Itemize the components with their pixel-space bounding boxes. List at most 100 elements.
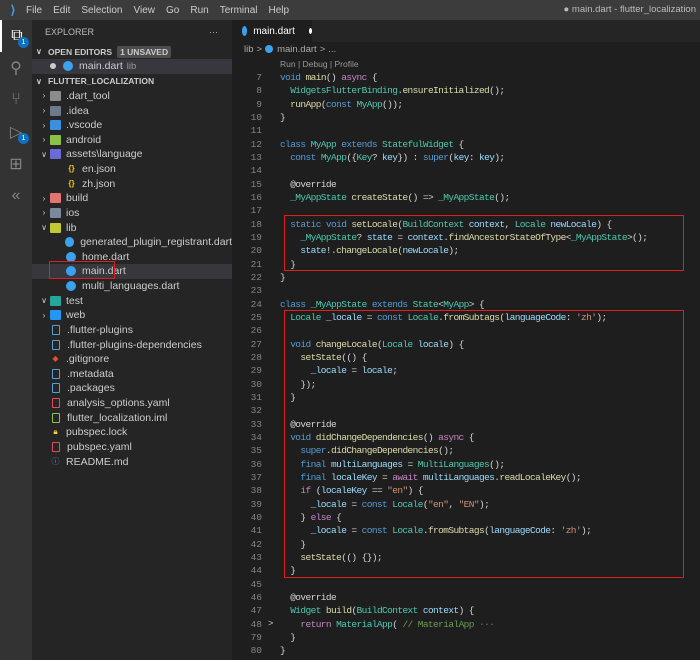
tree-item[interactable]: › ios [32, 206, 232, 221]
codelens-run-debug-profile[interactable]: Run | Debug | Profile [280, 59, 359, 69]
tree-item[interactable]: ∨ lib [32, 220, 232, 235]
code-line[interactable]: 79 } [232, 631, 700, 644]
chevron-down-icon[interactable]: ∨ [38, 223, 50, 232]
tree-item[interactable]: .packages [32, 381, 232, 396]
tree-item[interactable]: ∨ test [32, 293, 232, 308]
code-line[interactable]: 47 Widget build(BuildContext context) { [232, 604, 700, 617]
chevron-right-icon[interactable]: › [38, 121, 50, 130]
code-token: () => [407, 192, 439, 204]
menu-file[interactable]: File [26, 5, 42, 16]
tree-item[interactable]: › .dart_tool [32, 89, 232, 104]
lock-icon: 🔒︎ [53, 427, 58, 437]
chevron-right-icon[interactable]: › [38, 311, 50, 320]
chevron-right-icon[interactable]: › [38, 208, 50, 217]
breadcrumb-symbols[interactable]: ... [328, 44, 336, 55]
code-token: } [280, 112, 286, 124]
tree-item[interactable]: ∨ assets\language [32, 147, 232, 162]
chevron-right-icon[interactable]: › [38, 135, 50, 144]
source-control-button[interactable]: ⑂ [0, 84, 32, 116]
chevron-right-icon[interactable]: › [38, 106, 50, 115]
tree-item-label: assets\language [66, 148, 143, 161]
tree-item[interactable]: analysis_options.yaml [32, 396, 232, 411]
menu-run[interactable]: Run [190, 5, 208, 16]
menu-terminal[interactable]: Terminal [220, 5, 258, 16]
tree-item[interactable]: › android [32, 133, 232, 148]
tab-main-dart[interactable]: main.dart [232, 20, 312, 42]
code-line[interactable]: 24 class _MyAppState extends State < MyApp >… [232, 298, 700, 311]
folder-icon [50, 193, 61, 204]
search-button[interactable]: ⚲ [0, 52, 32, 84]
code-line[interactable]: 13 const MyApp({Key? key}) : super(key: … [232, 151, 700, 164]
file-icon [52, 441, 60, 452]
tree-item[interactable]: flutter_localization.iml [32, 410, 232, 425]
tree-item[interactable]: .flutter-plugins-dependencies [32, 337, 232, 352]
open-editor-main-dart[interactable]: main.dart lib [32, 59, 232, 74]
json-file-icon: {} [68, 164, 75, 174]
tree-item[interactable]: ⓘ README.md [32, 454, 232, 469]
fold-chevron-icon[interactable]: > [268, 619, 273, 629]
code-line[interactable]: 11 [232, 124, 700, 137]
project-label: FLUTTER_LOCALIZATION [48, 76, 155, 87]
menu-selection[interactable]: Selection [81, 5, 122, 16]
activity-badge: 1 [18, 133, 29, 144]
code-line[interactable]: 14 [232, 164, 700, 177]
tree-item-label: build [66, 192, 89, 205]
code-line[interactable]: 48 > return MaterialApp( // MaterialApp ·… [232, 617, 700, 630]
chevron-right-icon[interactable]: › [38, 91, 50, 100]
code-token: extends [371, 298, 413, 310]
tree-item[interactable]: › web [32, 308, 232, 323]
tree-item[interactable]: {} en.json [32, 162, 232, 177]
more-actions-icon[interactable]: ··· [209, 27, 218, 37]
menu-go[interactable]: Go [166, 5, 179, 16]
chevron-right-icon[interactable]: › [38, 194, 50, 203]
open-editors-section[interactable]: ∨ OPEN EDITORS 1 UNSAVED [32, 44, 232, 59]
line-number: 20 [250, 245, 262, 257]
extensions-button[interactable]: ⊞ [0, 148, 32, 180]
code-token: @override [280, 178, 337, 190]
tree-item[interactable]: › build [32, 191, 232, 206]
unsaved-dot-icon[interactable] [50, 63, 56, 70]
tree-item[interactable]: .flutter-plugins [32, 323, 232, 338]
code-line[interactable]: 45 [232, 577, 700, 590]
unsaved-dot-icon[interactable] [308, 28, 312, 34]
code-line[interactable]: 7 void main() async { [232, 71, 700, 84]
tree-item[interactable]: › .idea [32, 103, 232, 118]
code-line[interactable]: 9 runApp(const MyApp ()); [232, 98, 700, 111]
tree-item[interactable]: .metadata [32, 367, 232, 382]
code-line[interactable]: 15 @override [232, 178, 700, 191]
unsaved-badge: 1 UNSAVED [117, 45, 172, 58]
code-line[interactable]: 80} [232, 644, 700, 657]
breadcrumb-lib[interactable]: lib [244, 44, 254, 55]
code-line[interactable]: 12 class MyApp extends StatefulWidget { [232, 138, 700, 151]
chevron-down-icon[interactable]: ∨ [38, 150, 50, 159]
line-number: 28 [250, 352, 262, 364]
code-line[interactable]: 8 WidgetsFlutterBinding. ensureInitialize… [232, 84, 700, 97]
menu-edit[interactable]: Edit [53, 5, 70, 16]
tree-item[interactable]: pubspec.yaml [32, 440, 232, 455]
code-token: > { [468, 298, 485, 310]
line-number: 45 [250, 578, 262, 590]
code-token: super [422, 152, 449, 164]
tree-item[interactable]: 🔒︎ pubspec.lock [32, 425, 232, 440]
file-icon [52, 412, 60, 423]
chevron-down-icon[interactable]: ∨ [38, 296, 50, 305]
code-line[interactable]: 46 @override [232, 591, 700, 604]
code-line[interactable]: 16 _MyAppState createState() => _MyAppSt… [232, 191, 700, 204]
run-debug-button[interactable]: ▷ 1 [0, 116, 32, 148]
code-line[interactable]: 23 [232, 284, 700, 297]
tree-item[interactable]: {} zh.json [32, 176, 232, 191]
project-section[interactable]: ∨ FLUTTER_LOCALIZATION [32, 74, 232, 89]
tree-item[interactable]: › .vscode [32, 118, 232, 133]
tree-item[interactable]: generated_plugin_registrant.dart [32, 235, 232, 250]
breadcrumb-main-dart[interactable]: main.dart [277, 44, 317, 55]
flutter-button[interactable]: « [0, 180, 32, 212]
code-line[interactable]: 22} [232, 271, 700, 284]
code-line[interactable]: 10} [232, 111, 700, 124]
explorer-button[interactable]: ⧉ 1 [0, 20, 32, 52]
breadcrumb: lib > main.dart > ... [232, 42, 700, 56]
menu-view[interactable]: View [134, 5, 156, 16]
folder-icon [50, 120, 61, 131]
menu-help[interactable]: Help [269, 5, 290, 16]
tree-item[interactable]: ◆ .gitignore [32, 352, 232, 367]
tree-item[interactable]: multi_languages.dart [32, 279, 232, 294]
